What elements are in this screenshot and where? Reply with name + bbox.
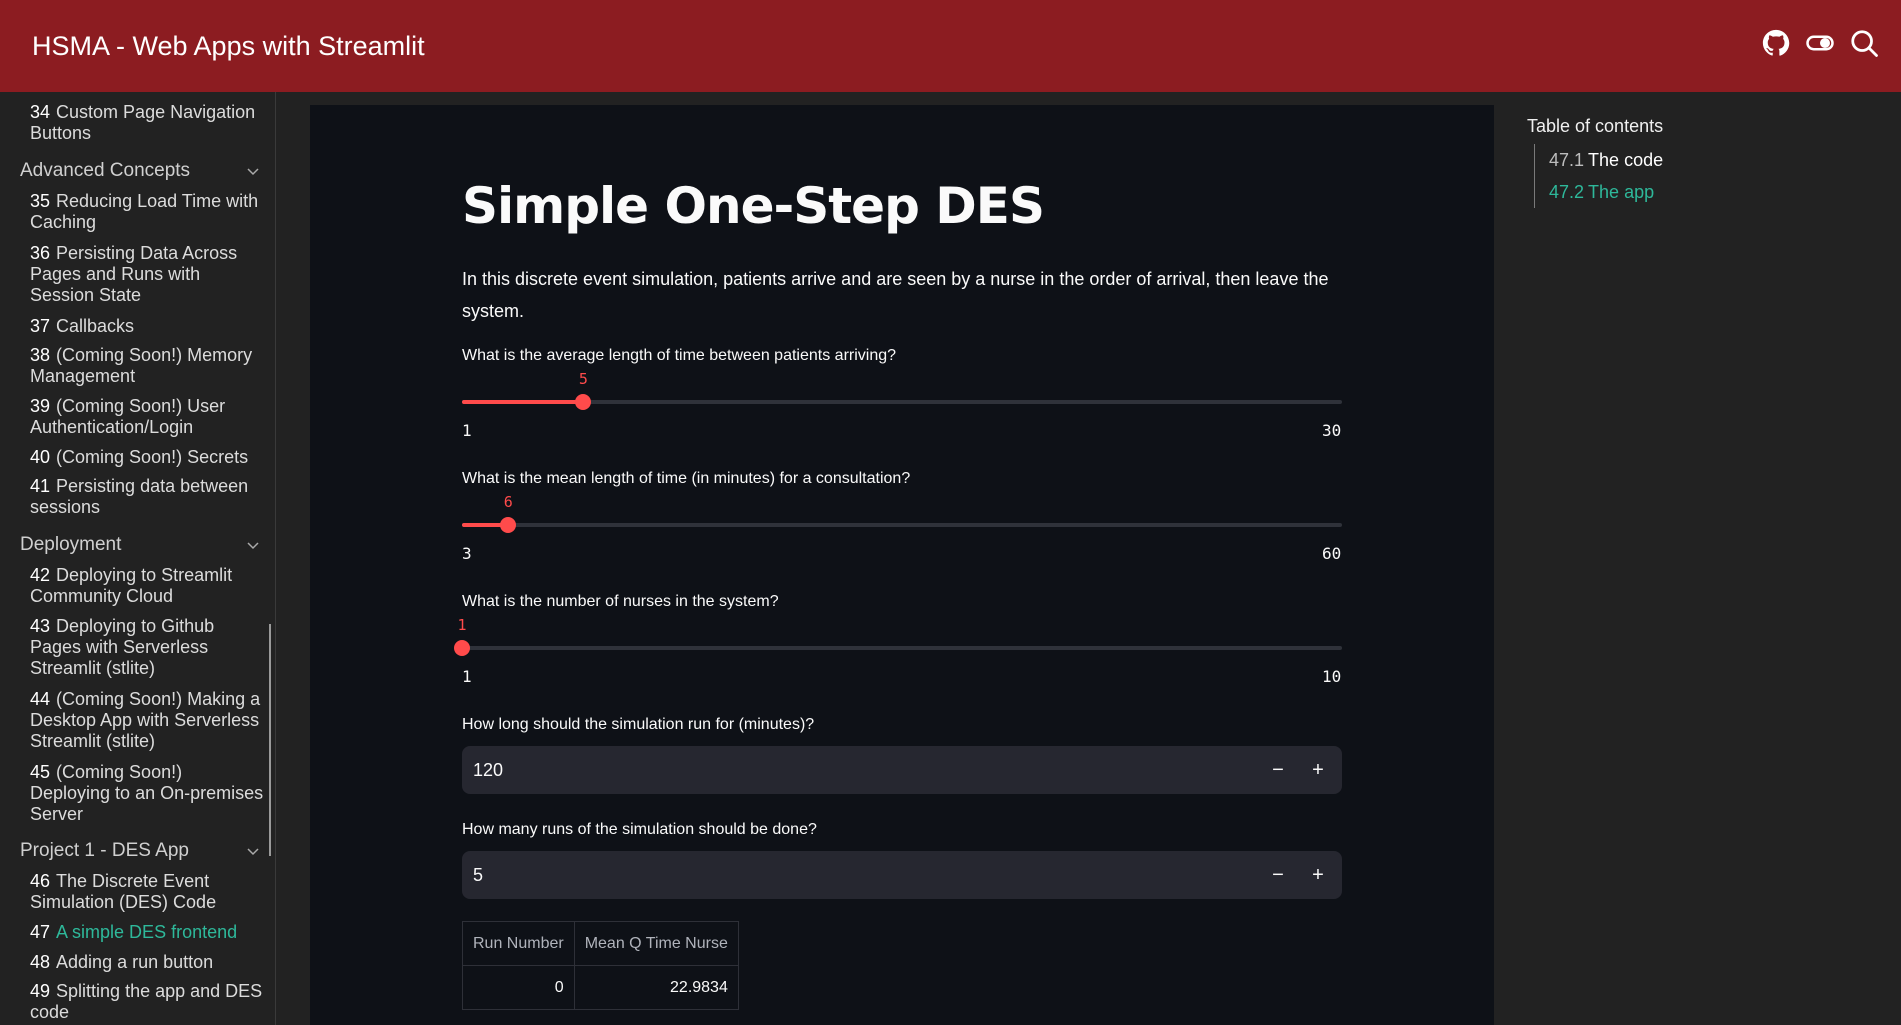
slider-max-label: 30 [1322, 421, 1342, 440]
number-input-label-num-runs: How many runs of the simulation should b… [462, 821, 817, 838]
github-icon[interactable] [1761, 28, 1791, 58]
num-runs-input[interactable]: 5 − + [462, 851, 1342, 899]
chevron-down-icon [247, 542, 259, 550]
sidebar-item-43[interactable]: 43 Deploying to Github Pages with Serverl… [30, 616, 265, 679]
sidebar-item-46[interactable]: 46 The Discrete Event Simulation (DES) Co… [30, 871, 265, 913]
slider-thumb[interactable] [575, 394, 592, 410]
top-navbar: HSMA - Web Apps with Streamlit [0, 0, 1901, 92]
table-cell[interactable]: 0 [462, 965, 575, 1010]
sidebar-section-project-1[interactable]: Project 1 - DES App [20, 840, 260, 862]
sidebar-nav: 34 Custom Page Navigation Buttons Advance… [0, 92, 276, 1025]
sidebar-item-39[interactable]: 39 (Coming Soon!) User Authentication/Log… [30, 396, 265, 438]
app-title: Simple One-Step DES [462, 177, 1045, 235]
toc-item-the-code[interactable]: 47.1 The code [1549, 144, 1734, 176]
app-description: In this discrete event simulation, patie… [462, 269, 1329, 321]
sidebar-scrollbar[interactable] [269, 624, 271, 856]
input-value[interactable]: 5 [473, 865, 483, 886]
chevron-down-icon [247, 848, 259, 856]
increment-button[interactable]: + [1304, 861, 1332, 889]
sidebar-item-42[interactable]: 42 Deploying to Streamlit Community Cloud [30, 565, 265, 607]
toc-title: Table of contents [1527, 116, 1664, 136]
sidebar-item-45[interactable]: 45 (Coming Soon!) Deploying to an On-prem… [30, 762, 265, 825]
slider-label-consult-time: What is the mean length of time (in minu… [462, 470, 911, 487]
sidebar-item-41[interactable]: 41 Persisting data between sessions [30, 476, 265, 518]
slider-nurses[interactable]: 1 [454, 616, 1342, 656]
slider-label-nurses: What is the number of nurses in the syst… [462, 593, 779, 610]
number-input-label-sim-duration: How long should the simulation run for (… [462, 716, 815, 733]
slider-fill [462, 400, 584, 404]
slider-min-label: 1 [462, 667, 472, 686]
slider-consult-time[interactable]: 6 [462, 493, 1342, 533]
sidebar-item-34[interactable]: 34 Custom Page Navigation Buttons [30, 102, 265, 144]
sidebar-item-47[interactable]: 47 A simple DES frontend [30, 922, 265, 943]
site-title[interactable]: HSMA - Web Apps with Streamlit [32, 31, 425, 62]
slider-thumb[interactable] [500, 517, 517, 533]
slider-min-label: 1 [462, 421, 472, 440]
slider-max-label: 60 [1322, 544, 1342, 563]
chevron-down-icon [247, 168, 259, 176]
slider-label-arrival-time: What is the average length of time betwe… [462, 347, 897, 364]
decrement-button[interactable]: − [1264, 861, 1292, 889]
sim-duration-input[interactable]: 120 − + [462, 746, 1342, 794]
sidebar-item-40[interactable]: 40 (Coming Soon!) Secrets [30, 447, 265, 468]
sidebar-item-49[interactable]: 49 Splitting the app and DES code [30, 981, 265, 1023]
toc-item-the-app[interactable]: 47.2 The app [1549, 176, 1734, 208]
sidebar-item-48[interactable]: 48 Adding a run button [30, 952, 265, 973]
slider-min-label: 3 [462, 544, 472, 563]
sidebar-item-44[interactable]: 44 (Coming Soon!) Making a Desktop App wi… [30, 689, 265, 752]
streamlit-app-frame: Simple One-Step DES In this discrete eve… [310, 105, 1494, 1025]
slider-value: 1 [457, 616, 467, 634]
results-table: Run Number Mean Q Time Nurse 0 22.9834 [462, 921, 739, 1010]
slider-arrival-time[interactable]: 5 [462, 370, 1342, 410]
slider-value: 6 [503, 493, 513, 511]
table-row: 0 22.9834 [462, 965, 739, 1010]
column-header[interactable]: Mean Q Time Nurse [573, 921, 739, 966]
toggle-icon[interactable] [1805, 28, 1835, 58]
table-of-contents: Table of contents 47.1 The code 47.2 The a… [1527, 116, 1664, 208]
sidebar-section-deployment[interactable]: Deployment [20, 534, 260, 556]
sidebar-section-advanced-concepts[interactable]: Advanced Concepts [20, 160, 260, 182]
slider-value: 5 [578, 370, 588, 388]
slider-thumb[interactable] [454, 640, 470, 656]
slider-max-label: 10 [1322, 667, 1342, 686]
table-header-row: Run Number Mean Q Time Nurse [462, 921, 739, 966]
sidebar-item-35[interactable]: 35 Reducing Load Time with Caching [30, 191, 265, 233]
sidebar-item-38[interactable]: 38 (Coming Soon!) Memory Management [30, 345, 265, 387]
toc-list: 47.1 The code 47.2 The app [1534, 144, 1734, 208]
navbar-icons [1761, 28, 1879, 58]
input-value[interactable]: 120 [473, 760, 503, 781]
search-icon[interactable] [1849, 28, 1879, 58]
sidebar-item-36[interactable]: 36 Persisting Data Across Pages and Runs … [30, 243, 265, 306]
sidebar-item-37[interactable]: 37 Callbacks [30, 316, 265, 337]
column-header[interactable]: Run Number [462, 921, 575, 966]
increment-button[interactable]: + [1304, 756, 1332, 784]
table-cell[interactable]: 22.9834 [573, 965, 739, 1010]
decrement-button[interactable]: − [1264, 756, 1292, 784]
